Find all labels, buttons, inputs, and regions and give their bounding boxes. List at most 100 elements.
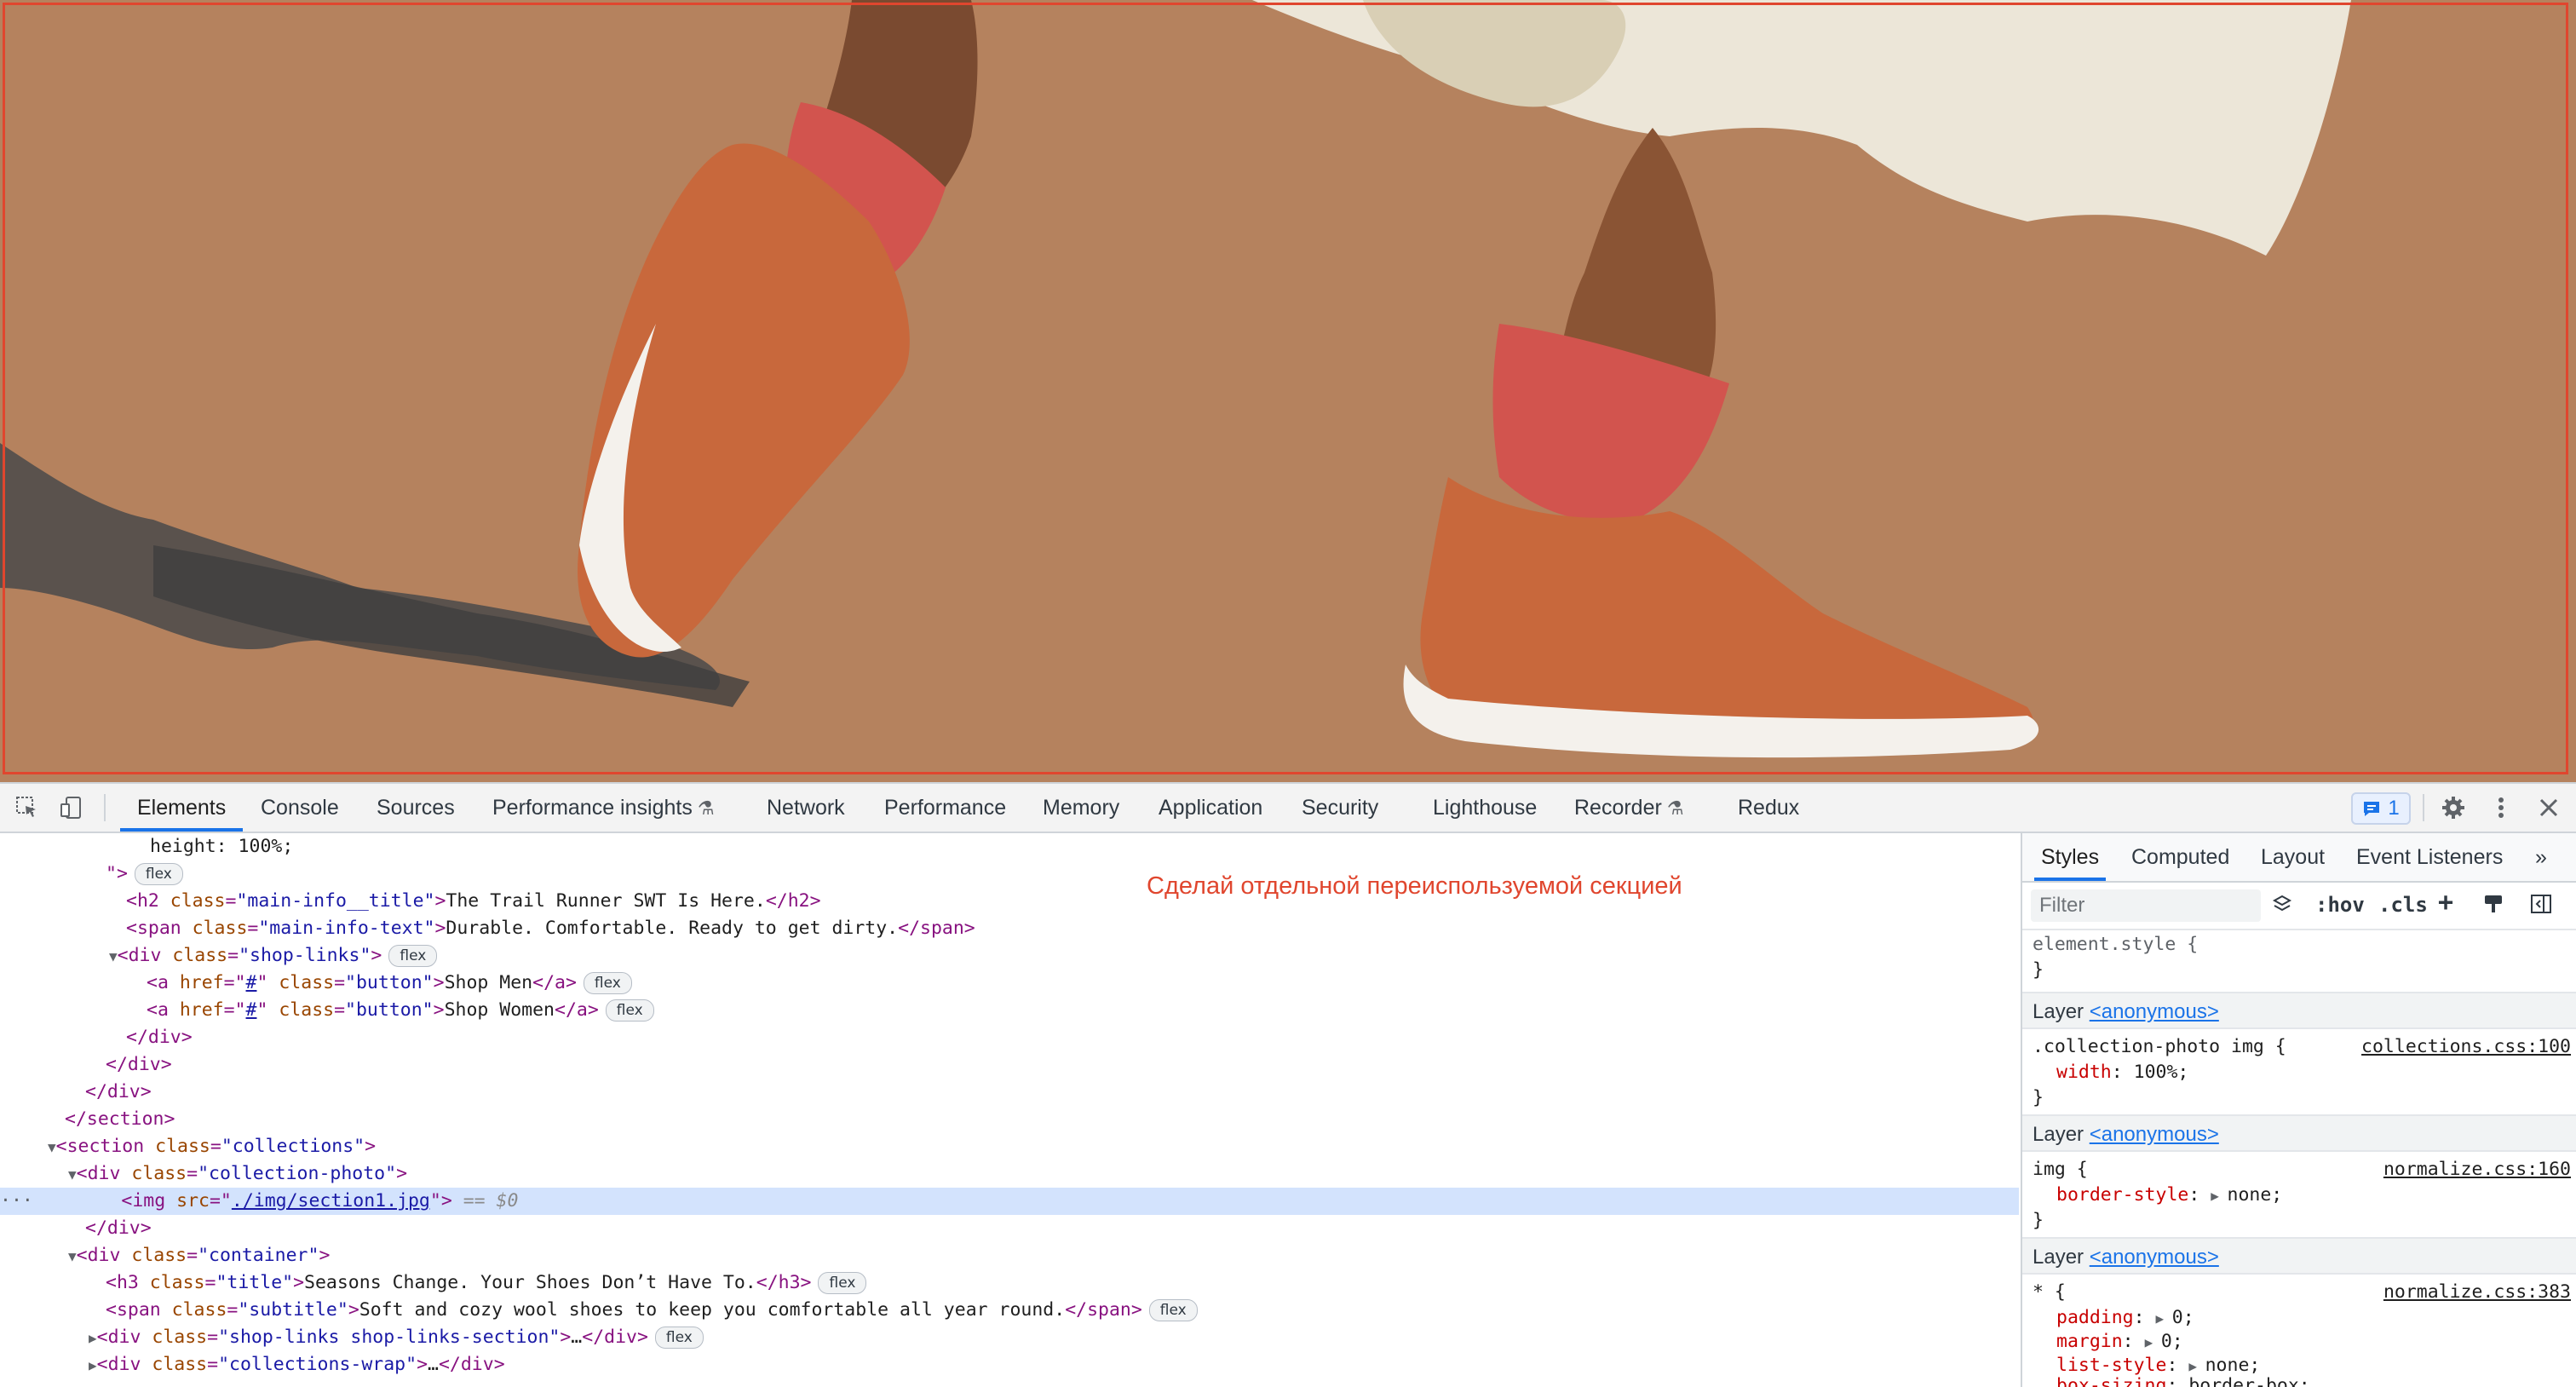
tree-line[interactable]: "> flex xyxy=(106,860,183,888)
layer-link[interactable]: <anonymous> xyxy=(2090,1000,2219,1023)
tree-line-selected[interactable]: ··· <img src="./img/section1.jpg"> == $0 xyxy=(0,1188,2019,1215)
add-rule-icon[interactable]: + xyxy=(2438,888,2453,918)
attr-value: "collections" xyxy=(221,1136,365,1157)
tab-network[interactable]: Network xyxy=(767,784,845,832)
more-dots-icon[interactable]: ··· xyxy=(0,1190,66,1211)
gear-icon[interactable] xyxy=(2440,794,2467,821)
rule-declaration[interactable]: margin: ▶ 0; xyxy=(2056,1329,2183,1355)
tab-recorder[interactable]: Recorder ⚗ xyxy=(1574,784,1684,832)
tab-layout[interactable]: Layout xyxy=(2261,833,2325,881)
hov-toggle[interactable]: :hov xyxy=(2315,893,2365,917)
paint-icon[interactable] xyxy=(2482,893,2504,920)
expand-arrow-icon[interactable]: ▼ xyxy=(68,1248,77,1264)
experiment-flask-icon: ⚗ xyxy=(1666,797,1684,819)
rule-declaration[interactable]: width: 100%; xyxy=(2056,1060,2188,1085)
attr-name: class xyxy=(171,1299,227,1321)
layer-link[interactable]: <anonymous> xyxy=(2090,1246,2219,1269)
cls-toggle[interactable]: .cls xyxy=(2378,893,2428,917)
attr-value: "button" xyxy=(345,972,434,993)
expand-shorthand-icon[interactable]: ▶ xyxy=(2145,1334,2161,1350)
flex-badge[interactable]: flex xyxy=(654,1327,704,1349)
tree-line[interactable]: </div> xyxy=(126,1024,193,1051)
expand-shorthand-icon[interactable]: ▶ xyxy=(2211,1188,2227,1204)
expand-arrow-icon[interactable]: ▶ xyxy=(89,1330,97,1346)
tree-line[interactable]: <span class="main-info-text">Durable. Co… xyxy=(126,915,975,942)
tree-line[interactable]: </section> xyxy=(65,1106,175,1133)
flex-badge[interactable]: flex xyxy=(388,945,438,967)
issues-badge[interactable]: 1 xyxy=(2351,792,2411,825)
css-property: border-style xyxy=(2056,1184,2189,1206)
styles-filter-input[interactable]: Filter xyxy=(2031,889,2261,922)
more-options-icon[interactable] xyxy=(2487,794,2515,821)
flex-badge[interactable]: flex xyxy=(1148,1299,1198,1321)
tag-close: </div> xyxy=(85,1081,152,1102)
attr-value: "button" xyxy=(345,999,434,1021)
rule-source-link[interactable]: normalize.css:383 xyxy=(2383,1280,2571,1305)
css-rule[interactable]: * { normalize.css:383 padding: ▶ 0; marg… xyxy=(2022,1276,2576,1387)
toggle-sidebar-icon[interactable] xyxy=(2530,893,2552,920)
expand-arrow-icon[interactable]: ▼ xyxy=(48,1139,56,1155)
attr-link[interactable]: # xyxy=(246,972,257,993)
tree-line[interactable]: ▶<div class="collections-wrap">…</div> xyxy=(89,1351,505,1378)
tab-performance[interactable]: Performance xyxy=(884,784,1006,832)
rule-close: } xyxy=(2033,959,2044,981)
rule-selector: element.style { xyxy=(2033,934,2199,955)
selected-node-marker: == $0 xyxy=(463,1190,519,1211)
tab-styles[interactable]: Styles xyxy=(2033,833,2107,881)
inspect-element-icon[interactable] xyxy=(14,794,41,821)
element-style-rule[interactable]: element.style { } xyxy=(2022,932,2576,990)
tree-line[interactable]: ▼<div class="container"> xyxy=(68,1242,330,1269)
color-format-icon[interactable] xyxy=(2271,893,2293,920)
tab-computed[interactable]: Computed xyxy=(2131,833,2229,881)
tree-line[interactable]: <a href="#" class="button">Shop Women</a… xyxy=(147,997,654,1024)
expand-arrow-icon[interactable]: ▶ xyxy=(89,1357,97,1373)
tab-event-listeners[interactable]: Event Listeners xyxy=(2356,833,2503,881)
layer-link[interactable]: <anonymous> xyxy=(2090,1123,2219,1146)
more-tabs-icon[interactable]: » xyxy=(2535,833,2547,881)
collapsed-ellipsis[interactable]: … xyxy=(571,1327,582,1348)
tree-line[interactable]: </div> xyxy=(106,1051,172,1079)
tree-line[interactable]: <h3 class="title">Seasons Change. Your S… xyxy=(106,1269,867,1297)
attr-name: class xyxy=(155,1136,210,1157)
flex-badge[interactable]: flex xyxy=(134,863,183,885)
tree-line[interactable]: <a href="#" class="button">Shop Men</a> f… xyxy=(147,970,632,997)
css-rule[interactable]: img { normalize.css:160 border-style: ▶ … xyxy=(2022,1154,2576,1235)
tab-sources[interactable]: Sources xyxy=(377,784,455,832)
rule-declaration[interactable]: padding: ▶ 0; xyxy=(2056,1305,2194,1331)
tree-line[interactable]: ▼<section class="collections"> xyxy=(48,1133,376,1160)
tab-redux[interactable]: Redux xyxy=(1738,784,1799,832)
tree-line[interactable]: ▼<div class="shop-links"> flex xyxy=(109,942,438,970)
tree-line[interactable]: height: 100%; xyxy=(150,833,293,860)
tree-line[interactable]: ▼<div class="collection-photo"> xyxy=(68,1160,407,1188)
expand-arrow-icon[interactable]: ▼ xyxy=(68,1166,77,1183)
tab-console[interactable]: Console xyxy=(261,784,339,832)
attr-link[interactable]: ./img/section1.jpg xyxy=(232,1190,430,1211)
tab-lighthouse[interactable]: Lighthouse xyxy=(1433,784,1537,832)
device-toolbar-icon[interactable] xyxy=(58,794,85,821)
attr-link[interactable]: # xyxy=(246,999,257,1021)
collapsed-ellipsis[interactable]: … xyxy=(428,1354,439,1375)
node-text: Durable. Comfortable. Ready to get dirty… xyxy=(446,918,899,939)
tree-line[interactable]: <span class="subtitle">Soft and cozy woo… xyxy=(106,1297,1198,1324)
tag-close: </span> xyxy=(898,918,975,939)
flex-badge[interactable]: flex xyxy=(605,999,654,1022)
tab-elements[interactable]: Elements xyxy=(119,784,244,832)
tree-line[interactable]: <h2 class="main-info__title">The Trail R… xyxy=(126,888,821,915)
tab-memory[interactable]: Memory xyxy=(1043,784,1119,832)
rule-source-link[interactable]: collections.css:100 xyxy=(2361,1034,2571,1060)
expand-arrow-icon[interactable]: ▼ xyxy=(109,948,118,964)
flex-badge[interactable]: flex xyxy=(583,972,632,994)
rule-source-link[interactable]: normalize.css:160 xyxy=(2383,1157,2571,1183)
expand-shorthand-icon[interactable]: ▶ xyxy=(2188,1358,2205,1374)
close-icon[interactable] xyxy=(2535,794,2562,821)
tree-line[interactable]: ▶<div class="shop-links shop-links-secti… xyxy=(89,1324,704,1351)
tab-performance-insights[interactable]: Performance insights ⚗ xyxy=(492,784,715,832)
rule-declaration[interactable]: border-style: ▶ none; xyxy=(2056,1183,2282,1208)
expand-shorthand-icon[interactable]: ▶ xyxy=(2156,1310,2172,1327)
tree-line[interactable]: </div> xyxy=(85,1079,152,1106)
tab-security[interactable]: Security xyxy=(1302,784,1378,832)
tab-application[interactable]: Application xyxy=(1159,784,1262,832)
flex-badge[interactable]: flex xyxy=(818,1272,867,1294)
tree-line[interactable]: </div> xyxy=(85,1215,152,1242)
css-rule[interactable]: .collection-photo img { collections.css:… xyxy=(2022,1031,2576,1113)
